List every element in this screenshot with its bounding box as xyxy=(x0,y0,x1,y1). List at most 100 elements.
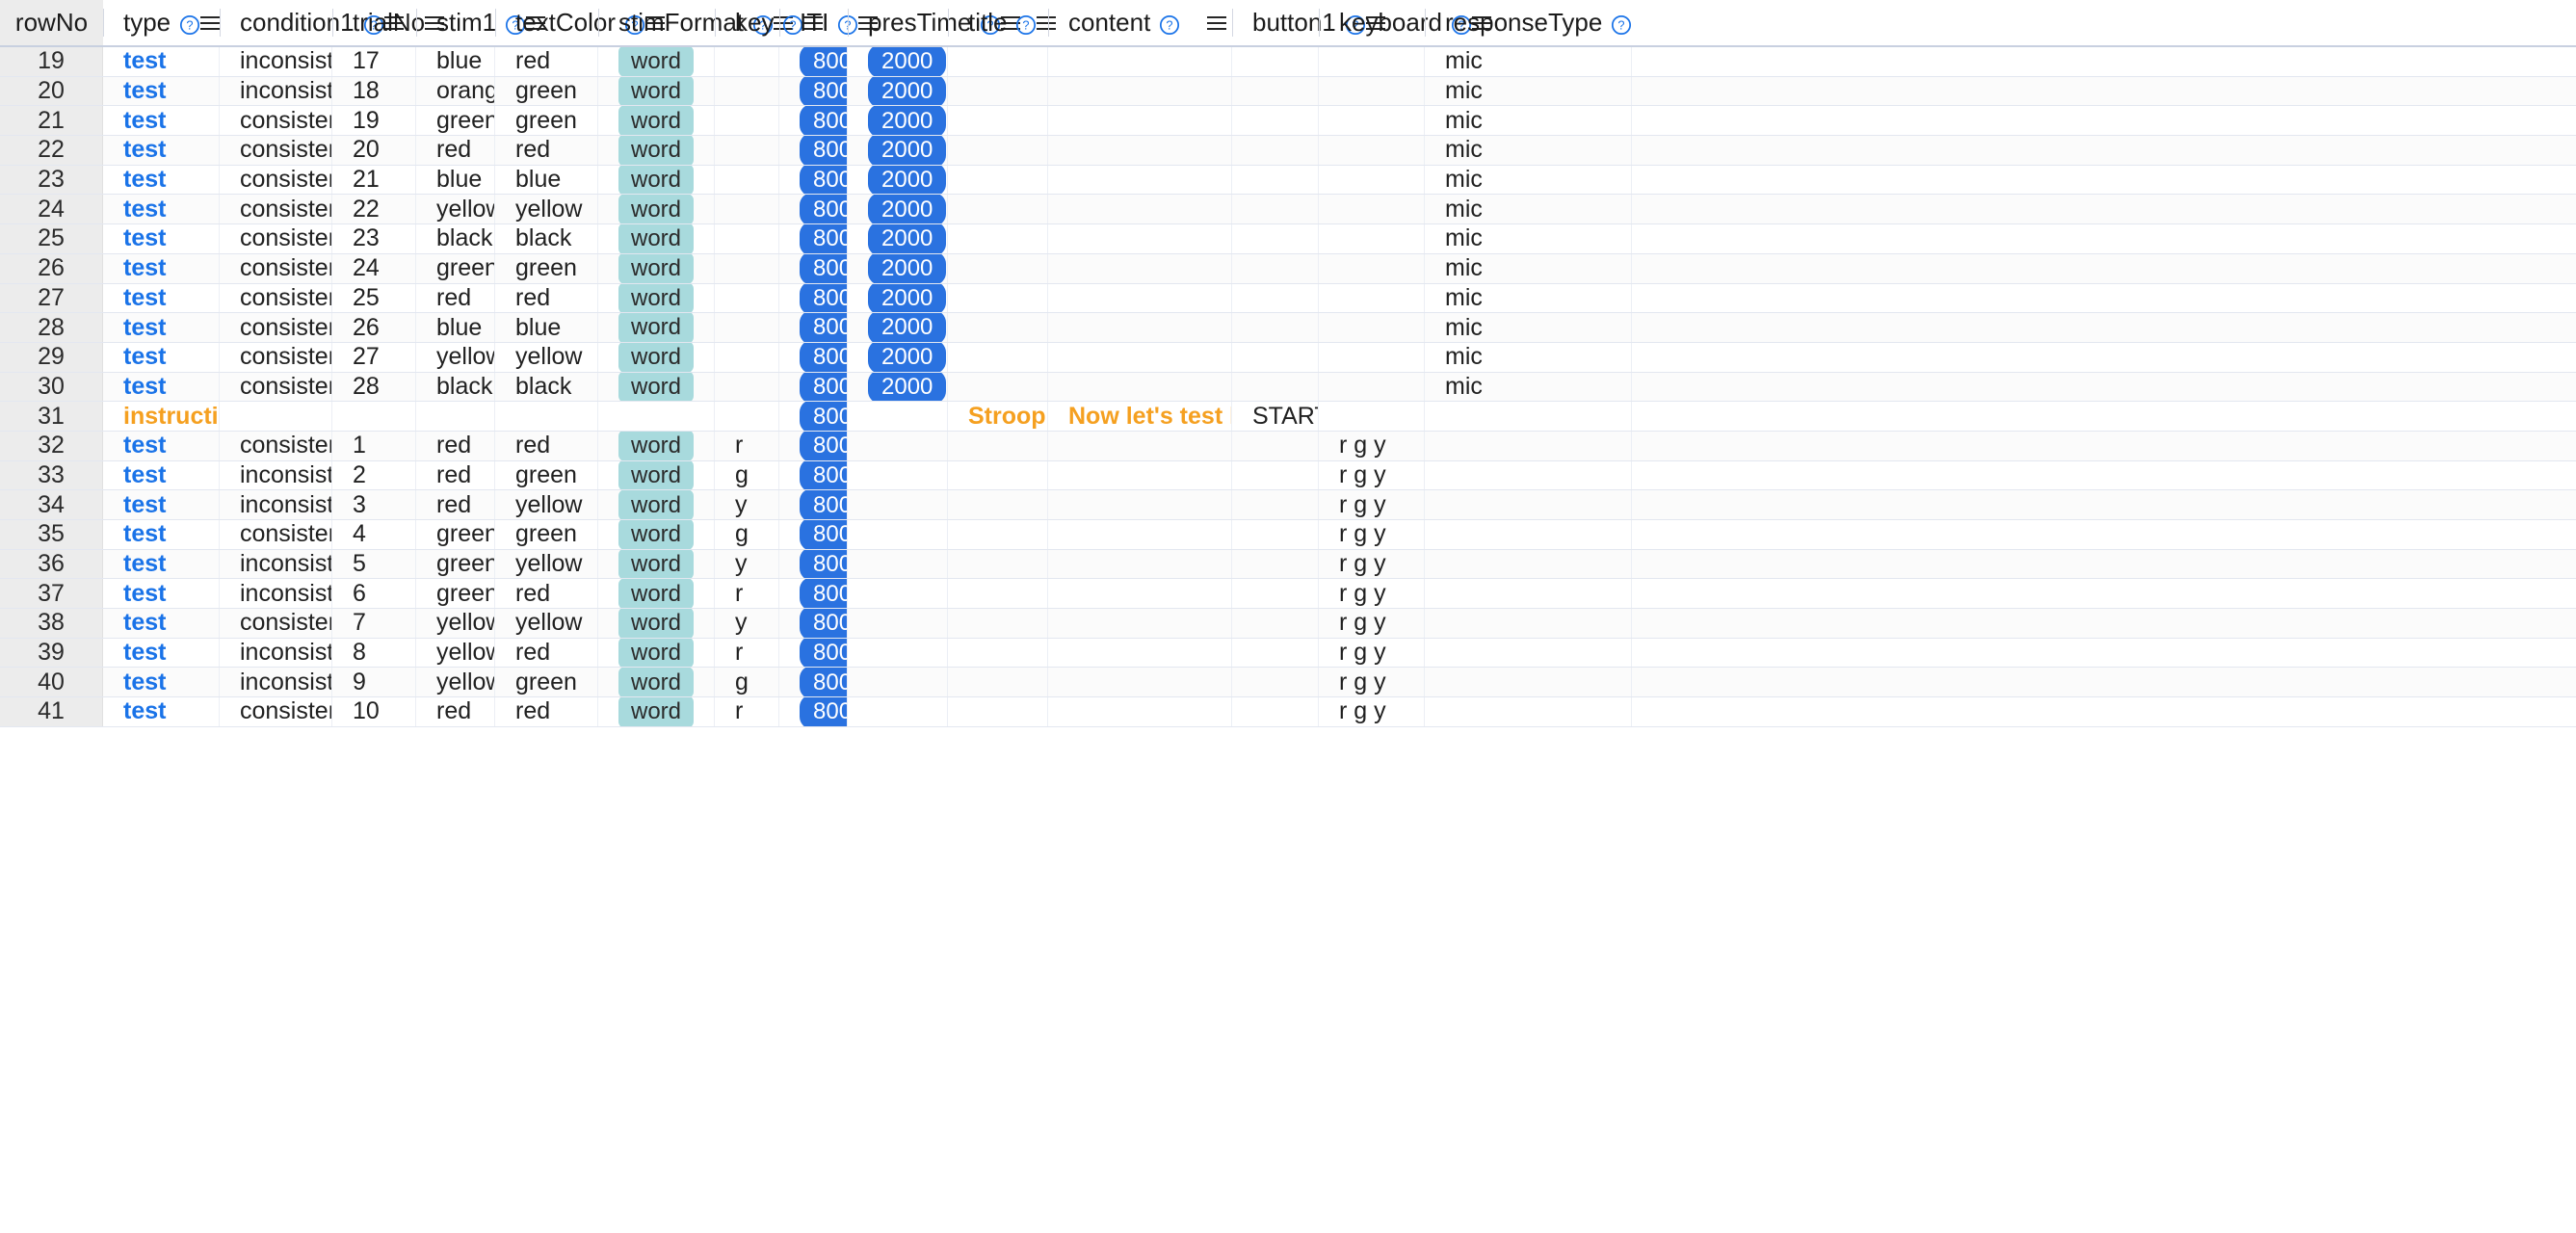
cell-type[interactable]: test xyxy=(103,47,220,76)
cell-content[interactable]: Now let's test how fast you xyxy=(1048,402,1232,431)
cell-textColor[interactable]: red xyxy=(495,47,598,76)
cell-type[interactable]: test xyxy=(103,490,220,519)
cell-textColor[interactable]: red xyxy=(495,136,598,165)
cell-responseType[interactable] xyxy=(1425,402,1632,431)
cell-condition1[interactable]: consistent xyxy=(220,283,332,313)
cell-textColor[interactable]: blue xyxy=(495,165,598,195)
cell-condition1[interactable]: inconsistent xyxy=(220,490,332,519)
cell-button1[interactable] xyxy=(1232,47,1319,76)
cell-presTime[interactable]: 2000 xyxy=(848,47,948,76)
cell-keyboard[interactable]: r g y xyxy=(1319,431,1425,460)
cell-presTime[interactable] xyxy=(848,579,948,609)
column-header-type[interactable]: type? xyxy=(103,0,221,45)
cell-ITI[interactable]: 800 xyxy=(779,579,848,609)
cell-stim1[interactable]: yellow xyxy=(416,609,495,638)
cell-stimFormat[interactable]: word xyxy=(598,609,715,638)
cell-ITI[interactable]: 800 xyxy=(779,638,848,668)
cell-textColor[interactable]: green xyxy=(495,253,598,283)
help-icon[interactable]: ? xyxy=(1611,13,1632,35)
cell-key[interactable]: r xyxy=(715,579,779,609)
cell-keyboard[interactable]: r g y xyxy=(1319,579,1425,609)
cell-content[interactable] xyxy=(1048,372,1232,402)
cell-condition1[interactable] xyxy=(220,402,332,431)
cell-stimFormat[interactable]: word xyxy=(598,136,715,165)
cell-textColor[interactable]: green xyxy=(495,460,598,490)
cell-content[interactable] xyxy=(1048,520,1232,549)
cell-content[interactable] xyxy=(1048,460,1232,490)
cell-responseType[interactable]: mic xyxy=(1425,195,1632,224)
cell-stim1[interactable]: green xyxy=(416,520,495,549)
cell-button1[interactable] xyxy=(1232,460,1319,490)
table-row[interactable]: 28 test consistent 26 blue blue word 800 2000 mic xyxy=(0,313,2576,343)
cell-type[interactable]: test xyxy=(103,283,220,313)
column-header-button1[interactable]: button1? xyxy=(1232,0,1385,45)
cell-keyboard[interactable] xyxy=(1319,165,1425,195)
table-row[interactable]: 39 test inconsistent 8 yellow red word r 800 r g … xyxy=(0,638,2576,669)
cell-button1[interactable] xyxy=(1232,165,1319,195)
column-header-keyboard[interactable]: keyboard? xyxy=(1319,0,1491,45)
cell-button1[interactable] xyxy=(1232,106,1319,136)
cell-condition1[interactable]: inconsistent xyxy=(220,76,332,106)
cell-presTime[interactable] xyxy=(848,460,948,490)
help-icon[interactable]: ? xyxy=(1159,13,1180,35)
cell-responseType[interactable] xyxy=(1425,668,1632,697)
cell-button1[interactable] xyxy=(1232,579,1319,609)
cell-ITI[interactable]: 800 xyxy=(779,668,848,697)
cell-stim1[interactable]: red xyxy=(416,697,495,726)
cell-ITI[interactable]: 800 xyxy=(779,520,848,549)
cell-ITI[interactable]: 800 xyxy=(779,283,848,313)
cell-trialNo[interactable]: 7 xyxy=(332,609,416,638)
cell-keyboard[interactable] xyxy=(1319,402,1425,431)
cell-trialNo[interactable]: 20 xyxy=(332,136,416,165)
cell-ITI[interactable]: 800 xyxy=(779,47,848,76)
cell-key[interactable]: r xyxy=(715,697,779,726)
cell-stim1[interactable]: red xyxy=(416,460,495,490)
cell-button1[interactable] xyxy=(1232,668,1319,697)
cell-stimFormat[interactable]: word xyxy=(598,697,715,726)
cell-stimFormat[interactable]: word xyxy=(598,47,715,76)
cell-content[interactable] xyxy=(1048,165,1232,195)
cell-responseType[interactable] xyxy=(1425,460,1632,490)
cell-stimFormat[interactable]: word xyxy=(598,195,715,224)
table-row[interactable]: 25 test consistent 23 black black word 800 2000 m… xyxy=(0,224,2576,254)
cell-trialNo[interactable]: 19 xyxy=(332,106,416,136)
cell-responseType[interactable]: mic xyxy=(1425,106,1632,136)
cell-stimFormat[interactable]: word xyxy=(598,253,715,283)
cell-title[interactable] xyxy=(948,697,1048,726)
cell-key[interactable] xyxy=(715,283,779,313)
table-row[interactable]: 35 test consistent 4 green green word g 800 r g y xyxy=(0,520,2576,550)
cell-stim1[interactable]: green xyxy=(416,253,495,283)
cell-button1[interactable] xyxy=(1232,609,1319,638)
cell-button1[interactable] xyxy=(1232,313,1319,342)
table-row[interactable]: 36 test inconsistent 5 green yellow word y 800 r … xyxy=(0,549,2576,580)
cell-presTime[interactable] xyxy=(848,490,948,519)
cell-presTime[interactable]: 2000 xyxy=(848,165,948,195)
cell-presTime[interactable] xyxy=(848,431,948,460)
cell-title[interactable] xyxy=(948,195,1048,224)
cell-keyboard[interactable] xyxy=(1319,76,1425,106)
cell-keyboard[interactable] xyxy=(1319,106,1425,136)
cell-stim1[interactable]: red xyxy=(416,136,495,165)
cell-keyboard[interactable] xyxy=(1319,313,1425,342)
table-row[interactable]: 37 test inconsistent 6 green red word r 800 r g y xyxy=(0,579,2576,610)
cell-trialNo[interactable]: 26 xyxy=(332,313,416,342)
cell-key[interactable] xyxy=(715,313,779,342)
cell-type[interactable]: test xyxy=(103,609,220,638)
cell-responseType[interactable]: mic xyxy=(1425,372,1632,402)
cell-condition1[interactable]: consistent xyxy=(220,372,332,402)
cell-trialNo[interactable]: 4 xyxy=(332,520,416,549)
table-row[interactable]: 23 test consistent 21 blue blue word 800 2000 mic xyxy=(0,165,2576,196)
cell-title[interactable] xyxy=(948,165,1048,195)
cell-button1[interactable] xyxy=(1232,195,1319,224)
cell-keyboard[interactable]: r g y xyxy=(1319,549,1425,579)
cell-content[interactable] xyxy=(1048,136,1232,165)
cell-presTime[interactable] xyxy=(848,520,948,549)
cell-condition1[interactable]: inconsistent xyxy=(220,549,332,579)
cell-responseType[interactable] xyxy=(1425,520,1632,549)
cell-condition1[interactable]: consistent xyxy=(220,520,332,549)
cell-condition1[interactable]: consistent xyxy=(220,342,332,372)
cell-keyboard[interactable]: r g y xyxy=(1319,609,1425,638)
cell-title[interactable] xyxy=(948,490,1048,519)
cell-stimFormat[interactable]: word xyxy=(598,224,715,253)
column-menu-icon[interactable] xyxy=(1207,15,1226,30)
